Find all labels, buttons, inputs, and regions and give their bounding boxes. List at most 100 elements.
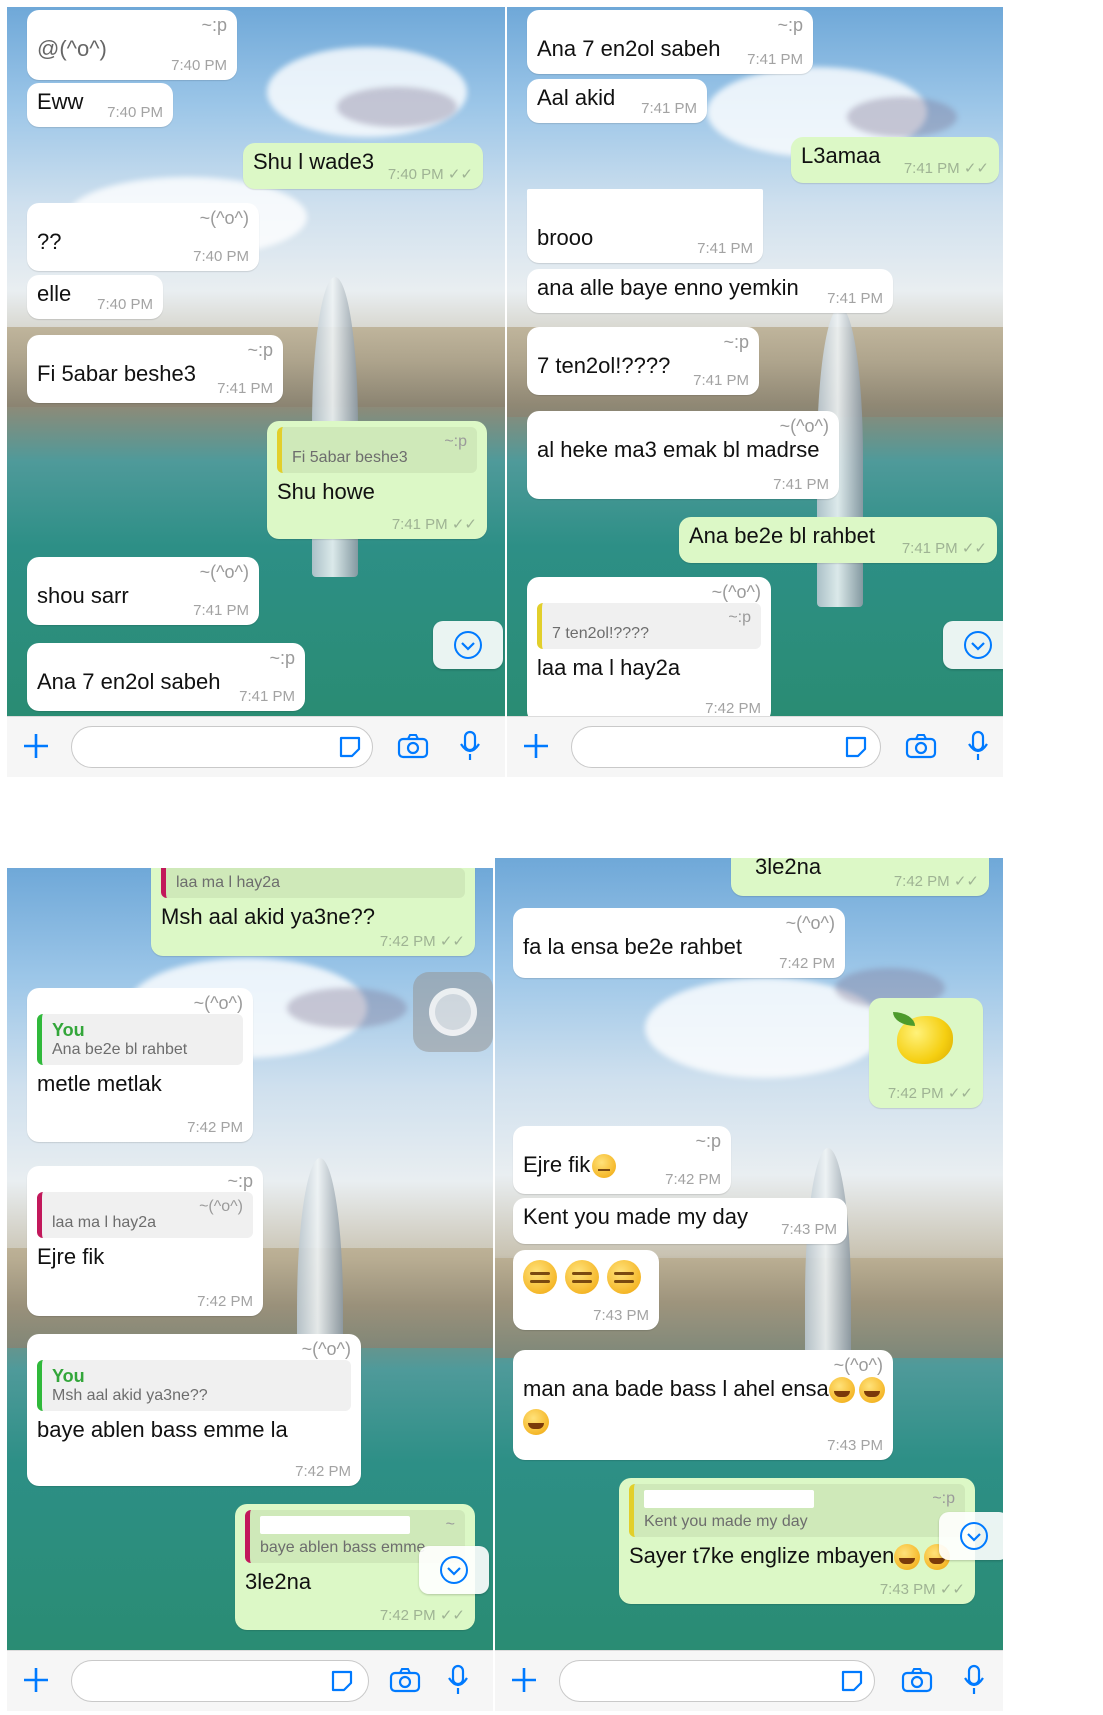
camera-icon[interactable]	[397, 733, 429, 759]
expressionless-faces-emoji	[523, 1260, 649, 1294]
sticker-icon[interactable]	[337, 734, 363, 760]
message-text: metle metlak	[37, 1070, 162, 1096]
quote-text: Msh aal akid ya3ne??	[52, 1386, 208, 1404]
message-bubble[interactable]: ~(^o^) You Msh aal akid ya3ne?? baye abl…	[27, 1334, 361, 1486]
message-time: 7:41 PM	[693, 372, 749, 389]
message-time: 7:41 PM ✓✓	[901, 540, 987, 557]
quoted-message[interactable]: ~:p Kent you made my day	[629, 1484, 965, 1537]
camera-icon[interactable]	[901, 1667, 933, 1693]
scroll-down-button[interactable]	[419, 1546, 489, 1594]
microphone-icon[interactable]	[459, 730, 481, 762]
message-bubble[interactable]: Aal akid 7:41 PM	[527, 79, 707, 123]
message-input[interactable]	[559, 1660, 875, 1702]
message-bubble[interactable]: ~(^o^) fa la ensa be2e rahbet 7:42 PM	[513, 908, 845, 978]
message-text: Ejre fik	[37, 1243, 105, 1269]
message-time: 7:41 PM	[747, 51, 803, 68]
message-bubble[interactable]: elle 7:40 PM	[27, 275, 163, 319]
quote-text: laa ma l hay2a	[176, 874, 281, 891]
message-time: 7:40 PM	[171, 57, 227, 74]
message-time: 7:40 PM ✓✓	[387, 166, 473, 183]
scroll-down-button[interactable]	[939, 1512, 1003, 1560]
message-bubble[interactable]: ~(^o^) man ana bade bass l ahel ensa 7:4…	[513, 1350, 893, 1460]
message-time: 7:41 PM	[773, 476, 829, 493]
sticker-icon[interactable]	[329, 1668, 355, 1694]
message-bubble[interactable]: ana alle baye enno yemkin 7:41 PM	[527, 269, 893, 313]
message-time: 7:41 PM	[641, 100, 697, 117]
sender-name: ~(^o^)	[833, 1355, 883, 1375]
quoted-message[interactable]: You Ana be2e bl rahbet	[37, 1013, 243, 1065]
scroll-down-button[interactable]	[433, 621, 503, 669]
lemon-emoji	[893, 1010, 953, 1066]
chat-panel-4: 3le2na 7:42 PM ✓✓ ~(^o^) fa la ensa be2e…	[495, 858, 1003, 1711]
plus-icon[interactable]	[521, 731, 551, 761]
message-time: 7:41 PM	[239, 688, 295, 705]
message-bubble[interactable]: ~(^o^) You Ana be2e bl rahbet metle metl…	[27, 988, 253, 1142]
quoted-message[interactable]: ~(^o^) laa ma l hay2a	[37, 1191, 253, 1238]
assistive-touch-button[interactable]	[413, 972, 493, 1052]
message-bubble[interactable]: 7:43 PM	[513, 1250, 659, 1330]
message-time: 7:43 PM	[593, 1307, 649, 1324]
quote-sender: ~:p	[444, 433, 467, 450]
quoted-message[interactable]: You Msh aal akid ya3ne??	[37, 1359, 351, 1411]
message-bubble[interactable]: ~(^o^) ~:p 7 ten2ol!???? laa ma l hay2a …	[527, 577, 771, 723]
chevron-down-icon	[964, 631, 992, 659]
message-bubble-outgoing[interactable]: laa ma l hay2a Msh aal akid ya3ne?? 7:42…	[151, 868, 475, 956]
read-check-icon: ✓✓	[447, 166, 473, 183]
quoted-message[interactable]: ~:p 7 ten2ol!????	[537, 602, 761, 649]
message-bubble[interactable]: ~:p Fi 5abar beshe3 7:41 PM	[27, 335, 283, 403]
plus-icon[interactable]	[21, 731, 51, 761]
chevron-down-icon	[454, 631, 482, 659]
compose-bar	[507, 716, 1003, 777]
sticker-icon[interactable]	[843, 734, 869, 760]
message-text: man ana bade bass l ahel ensa	[523, 1376, 885, 1403]
message-time: 7:40 PM	[107, 104, 163, 121]
quote-sender: ~:p	[932, 1490, 955, 1507]
message-bubble-outgoing[interactable]: ~:p Fi 5abar beshe3 Shu howe 7:41 PM ✓✓	[267, 421, 487, 539]
message-bubble[interactable]: ~:p Ejre fik 7:42 PM	[513, 1126, 731, 1194]
microphone-icon[interactable]	[963, 1664, 985, 1696]
scroll-down-button[interactable]	[943, 621, 1003, 669]
message-time: 7:42 PM	[295, 1463, 351, 1480]
quote-sender: ~:p	[728, 608, 751, 626]
quote-text: Ana be2e bl rahbet	[52, 1040, 188, 1058]
message-input[interactable]	[71, 1660, 369, 1702]
message-bubble-outgoing[interactable]: 3le2na 7:42 PM ✓✓	[731, 858, 989, 896]
message-text: Sayer t7ke englize mbayen	[629, 1543, 965, 1571]
message-time: 7:42 PM	[705, 700, 761, 717]
message-time: 7:42 PM	[779, 955, 835, 972]
message-bubble[interactable]: ~:p Ana 7 en2ol sabeh 7:41 PM	[527, 10, 813, 74]
message-bubble[interactable]: ~:p @(^o^) 7:40 PM	[27, 10, 237, 80]
message-bubble[interactable]: ~(^o^) ?? 7:40 PM	[27, 203, 259, 271]
camera-icon[interactable]	[389, 1667, 421, 1693]
message-input[interactable]	[71, 726, 373, 768]
quote-sender: ~(^o^)	[199, 1197, 243, 1215]
message-bubble[interactable]: Kent you made my day 7:43 PM	[513, 1198, 847, 1244]
message-bubble[interactable]: ~:p 7 ten2ol!???? 7:41 PM	[527, 327, 759, 395]
message-input[interactable]	[571, 726, 881, 768]
camera-icon[interactable]	[905, 733, 937, 759]
sender-name: ~(^o^)	[193, 993, 243, 1013]
quoted-message[interactable]: ~:p Fi 5abar beshe3	[277, 427, 477, 473]
microphone-icon[interactable]	[447, 1664, 469, 1696]
message-bubble[interactable]: ~(^o^) al heke ma3 emak bl madrse 7:41 P…	[527, 411, 839, 499]
plus-icon[interactable]	[509, 1665, 539, 1695]
plus-icon[interactable]	[21, 1665, 51, 1695]
message-bubble-outgoing[interactable]: ~:p Kent you made my day Sayer t7ke engl…	[619, 1478, 975, 1604]
quoted-message[interactable]: laa ma l hay2a	[161, 868, 465, 898]
message-bubble-outgoing[interactable]: Ana be2e bl rahbet 7:41 PM ✓✓	[679, 517, 997, 563]
message-time: 7:41 PM ✓✓	[391, 516, 477, 533]
message-bubble-outgoing[interactable]: 7:42 PM ✓✓	[869, 998, 983, 1108]
message-bubble[interactable]: ~:p ~(^o^) laa ma l hay2a Ejre fik 7:42 …	[27, 1166, 263, 1316]
quote-text: Fi 5abar beshe3	[292, 449, 408, 466]
message-bubble[interactable]: brooo 7:41 PM	[527, 189, 763, 263]
message-bubble-outgoing[interactable]: L3amaa 7:41 PM ✓✓	[791, 137, 999, 183]
message-bubble[interactable]: ~(^o^) shou sarr 7:41 PM	[27, 557, 259, 625]
sticker-icon[interactable]	[839, 1668, 865, 1694]
message-time: 7:41 PM	[697, 240, 753, 257]
message-bubble-outgoing[interactable]: Shu l wade3 7:40 PM ✓✓	[243, 143, 483, 189]
message-bubble[interactable]: ~:p Ana 7 en2ol sabeh 7:41 PM	[27, 643, 305, 711]
laughing-emoji	[858, 1376, 885, 1403]
microphone-icon[interactable]	[967, 730, 989, 762]
message-bubble[interactable]: Eww 7:40 PM	[27, 83, 173, 127]
sender-name: ~(^o^)	[301, 1339, 351, 1359]
